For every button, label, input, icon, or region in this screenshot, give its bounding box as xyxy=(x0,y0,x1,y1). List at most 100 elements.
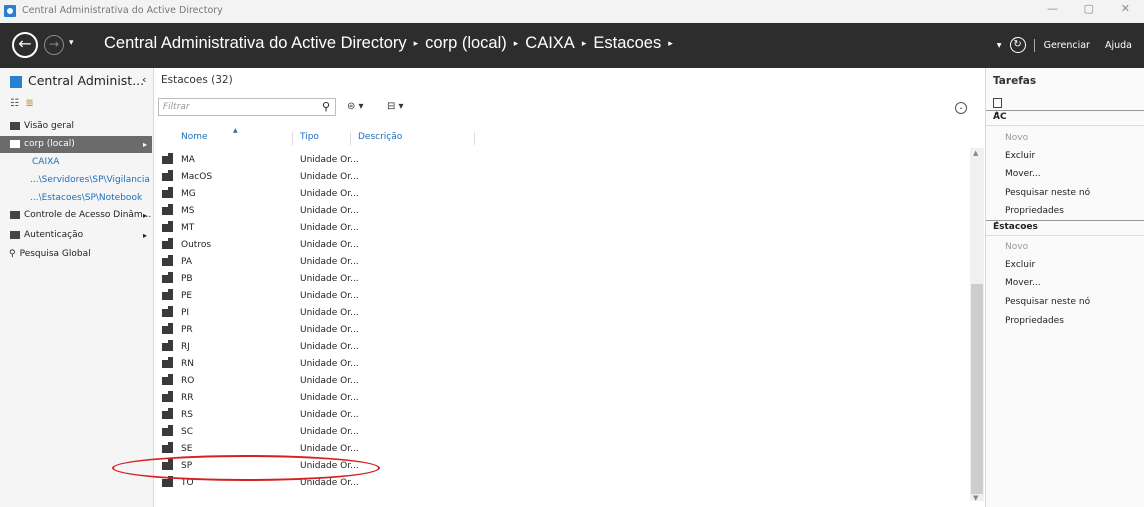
breadcrumb-separator-icon[interactable]: ▸ xyxy=(414,38,419,48)
table-row[interactable]: RN Unidade Or... xyxy=(154,356,969,373)
vertical-scrollbar[interactable]: ▲ ▼ xyxy=(970,148,984,502)
domain-icon xyxy=(10,139,20,148)
table-row[interactable]: RS Unidade Or... xyxy=(154,407,969,424)
refresh-dropdown-icon[interactable]: ▾ xyxy=(997,40,1002,51)
table-row[interactable]: PE Unidade Or... xyxy=(154,288,969,305)
action-delete-estacoes[interactable]: Excluir xyxy=(1005,260,1035,270)
filter-placeholder: Filtrar xyxy=(163,102,190,112)
column-divider[interactable] xyxy=(350,132,351,145)
table-row[interactable]: MA Unidade Or... xyxy=(154,152,969,169)
column-divider[interactable] xyxy=(292,132,293,145)
table-row[interactable]: MT Unidade Or... xyxy=(154,220,969,237)
action-new-estacoes[interactable]: Novo xyxy=(1005,242,1028,252)
breadcrumb-separator-icon[interactable]: ▸ xyxy=(668,38,673,48)
tree-view-icon[interactable]: ≣ xyxy=(25,98,33,109)
ou-icon xyxy=(162,170,173,181)
container-title: Estacoes (32) xyxy=(161,74,233,86)
scroll-up-icon[interactable]: ▲ xyxy=(973,149,978,157)
scroll-down-icon[interactable]: ▼ xyxy=(973,494,978,502)
table-row[interactable]: RR Unidade Or... xyxy=(154,390,969,407)
table-row[interactable]: RJ Unidade Or... xyxy=(154,339,969,356)
save-query-button[interactable]: ⊟ ▾ xyxy=(387,101,404,112)
breadcrumb-separator-icon[interactable]: ▸ xyxy=(582,38,587,48)
table-row[interactable]: PB Unidade Or... xyxy=(154,271,969,288)
sidebar-item-overview[interactable]: Visão geral xyxy=(0,118,152,135)
highlight-annotation xyxy=(112,455,380,481)
header-divider xyxy=(1033,38,1035,52)
collapse-pane-icon[interactable]: ‹ xyxy=(142,73,146,86)
section-estacoes[interactable]: Estacoes ⌃ xyxy=(986,220,1144,236)
action-move-ac[interactable]: Mover... xyxy=(1005,169,1041,179)
window-titlebar: Central Administrativa do Active Directo… xyxy=(0,0,1144,23)
action-delete-ac[interactable]: Excluir xyxy=(1005,151,1035,161)
ou-icon xyxy=(162,391,173,402)
expand-arrow-icon[interactable]: ▸ xyxy=(143,207,147,224)
column-description[interactable]: Descrição xyxy=(358,132,402,142)
tasks-title: Tarefas xyxy=(993,75,1037,87)
sidebar-subitem-notebook[interactable]: ...\Estacoes\SP\Notebook xyxy=(30,193,142,203)
action-properties-estacoes[interactable]: Propriedades xyxy=(1005,316,1064,326)
ou-icon xyxy=(162,153,173,164)
action-new-ac[interactable]: Novo xyxy=(1005,133,1028,143)
expand-arrow-icon[interactable]: ▸ xyxy=(143,227,147,244)
clipboard-icon[interactable] xyxy=(993,98,1002,108)
view-options-button[interactable]: ⊜ ▾ xyxy=(347,101,364,112)
expand-icon[interactable]: ⌄ xyxy=(955,102,967,114)
action-properties-ac[interactable]: Propriedades xyxy=(1005,206,1064,216)
table-row[interactable]: MS Unidade Or... xyxy=(154,203,969,220)
section-ac[interactable]: AC ⌃ xyxy=(986,110,1144,126)
folder-icon xyxy=(10,210,20,219)
collapse-caret-icon[interactable]: ⌃ xyxy=(993,111,1141,121)
column-type[interactable]: Tipo xyxy=(300,132,319,142)
admin-center-icon xyxy=(10,75,22,88)
back-arrow-icon[interactable]: ← xyxy=(12,32,38,58)
ou-icon xyxy=(162,408,173,419)
breadcrumb-estacoes[interactable]: Estacoes xyxy=(593,34,661,52)
ou-icon xyxy=(162,255,173,266)
header-actions: ▾ ↻ Gerenciar Ajuda xyxy=(997,37,1132,53)
history-dropdown-icon[interactable]: ▾ xyxy=(69,38,74,48)
manage-menu[interactable]: Gerenciar xyxy=(1044,40,1090,51)
sidebar-item-global-search[interactable]: ⚲ Pesquisa Global xyxy=(0,246,152,263)
help-menu[interactable]: Ajuda xyxy=(1105,40,1132,51)
refresh-icon[interactable]: ↻ xyxy=(1009,37,1026,53)
expand-arrow-icon[interactable]: ▸ xyxy=(143,136,147,153)
sidebar-item-dynamic-access[interactable]: Controle de Acesso Dinâm... ▸ xyxy=(0,207,152,224)
action-search-here-estacoes[interactable]: Pesquisar neste nó xyxy=(1005,297,1090,307)
breadcrumb-separator-icon[interactable]: ▸ xyxy=(514,38,519,48)
table-row[interactable]: PI Unidade Or... xyxy=(154,305,969,322)
breadcrumb-caixa[interactable]: CAIXA xyxy=(525,34,575,52)
column-divider[interactable] xyxy=(474,132,475,145)
sidebar-subitem-caixa[interactable]: CAIXA xyxy=(32,157,59,167)
collapse-caret-icon[interactable]: ⌃ xyxy=(993,221,1141,231)
ou-icon xyxy=(162,221,173,232)
sidebar-subitem-vigilancia[interactable]: ...\Servidores\SP\Vigilancia xyxy=(30,175,150,185)
action-move-estacoes[interactable]: Mover... xyxy=(1005,278,1041,288)
table-row[interactable]: SC Unidade Or... xyxy=(154,424,969,441)
list-view-icon[interactable]: ☷ xyxy=(10,98,19,109)
scrollbar-thumb[interactable] xyxy=(971,284,983,494)
table-row[interactable]: MacOS Unidade Or... xyxy=(154,169,969,186)
table-row[interactable]: RO Unidade Or... xyxy=(154,373,969,390)
sidebar-item-corp-local[interactable]: corp (local) ▸ xyxy=(0,136,152,153)
ou-icon xyxy=(162,323,173,334)
table-row[interactable]: MG Unidade Or... xyxy=(154,186,969,203)
ou-icon xyxy=(162,289,173,300)
maximize-button[interactable]: ▢ xyxy=(1084,2,1094,15)
search-icon[interactable]: ⚲ xyxy=(322,100,330,113)
forward-arrow-icon[interactable]: → xyxy=(44,35,64,55)
table-row[interactable]: Outros Unidade Or... xyxy=(154,237,969,254)
action-search-here-ac[interactable]: Pesquisar neste nó xyxy=(1005,188,1090,198)
app-icon xyxy=(4,5,16,17)
ou-icon xyxy=(162,187,173,198)
breadcrumb-root[interactable]: Central Administrativa do Active Directo… xyxy=(104,34,407,52)
column-name[interactable]: Nome xyxy=(181,132,208,142)
view-toggle: ☷ ≣ xyxy=(10,98,34,109)
breadcrumb-domain[interactable]: corp (local) xyxy=(425,34,507,52)
table-row[interactable]: PA Unidade Or... xyxy=(154,254,969,271)
sidebar-item-authentication[interactable]: Autenticação ▸ xyxy=(0,227,152,244)
table-row[interactable]: PR Unidade Or... xyxy=(154,322,969,339)
filter-input[interactable]: Filtrar ⚲ xyxy=(158,98,336,116)
close-button[interactable]: ✕ xyxy=(1121,2,1130,15)
minimize-button[interactable]: — xyxy=(1047,2,1058,15)
